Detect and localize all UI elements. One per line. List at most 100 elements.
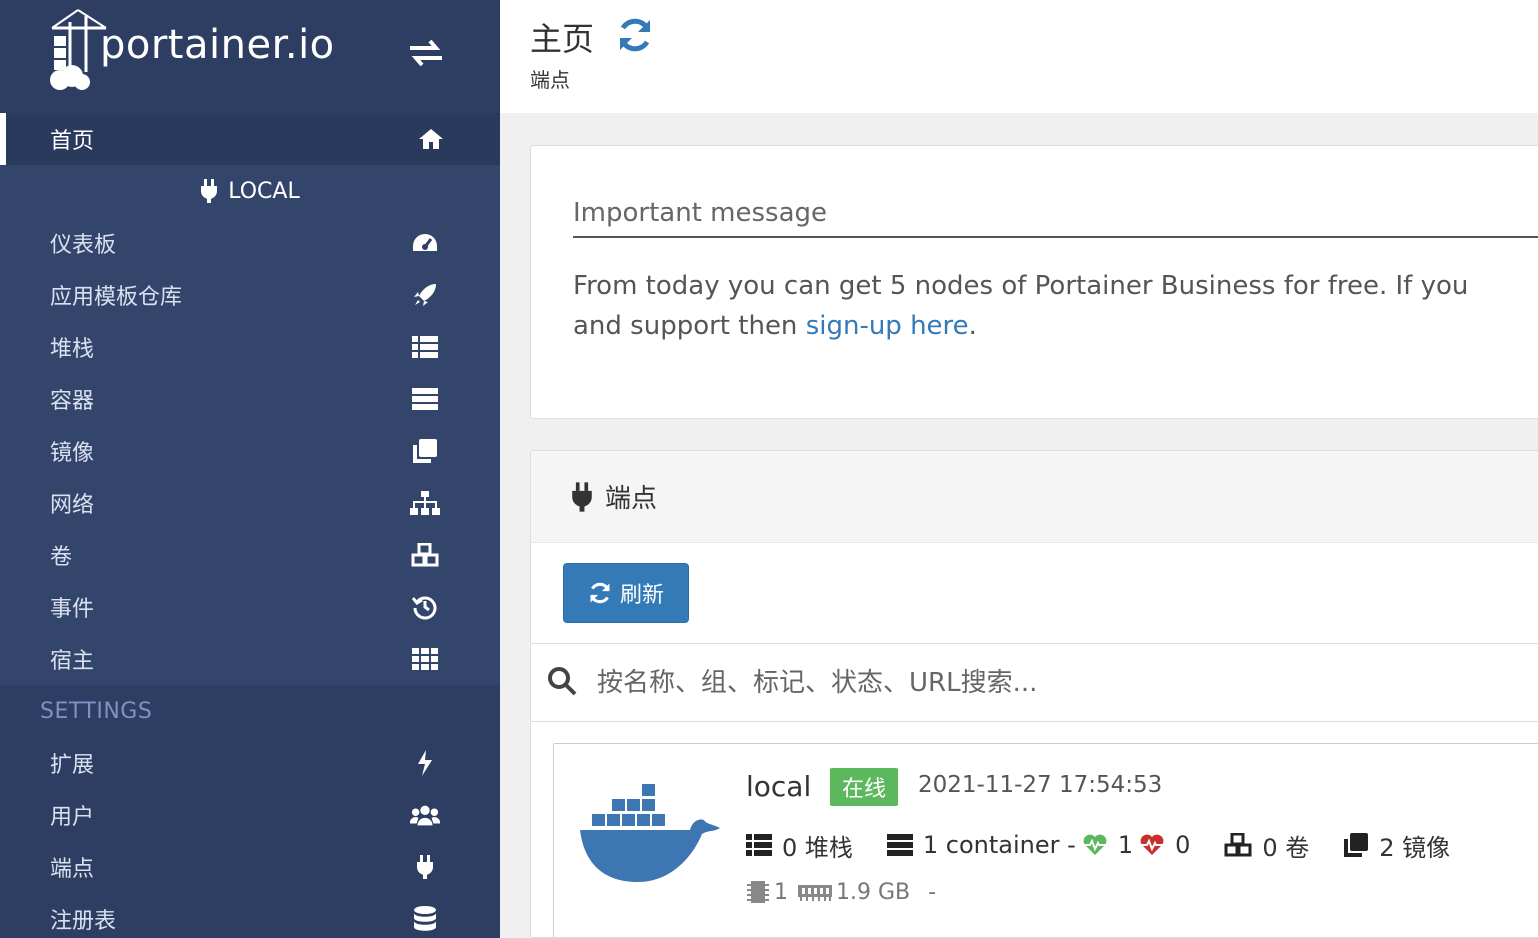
tachometer-icon	[410, 229, 440, 257]
sidebar-item-home[interactable]: 首页	[0, 113, 500, 165]
sidebar-item-endpoints[interactable]: 端点	[0, 841, 500, 893]
cubes-icon	[1224, 833, 1252, 857]
volumes-stat: 0 卷	[1224, 828, 1309, 863]
sidebar-item-label: 事件	[50, 597, 95, 622]
status-badge: 在线	[830, 768, 899, 806]
images-count: 2 镜像	[1379, 833, 1451, 862]
clone-icon	[410, 437, 440, 465]
sidebar-item-label: 扩展	[50, 753, 95, 778]
plug-icon	[572, 481, 592, 512]
memory-size: 1.9 GB	[836, 879, 911, 905]
th-icon	[410, 645, 440, 673]
sidebar-item-users[interactable]: 用户	[0, 789, 500, 841]
environment-name: LOCAL	[228, 178, 300, 204]
search-icon	[548, 667, 577, 696]
microchip-icon	[747, 881, 769, 903]
sitemap-icon	[410, 489, 440, 517]
sidebar-item-label: 卷	[50, 545, 73, 570]
containers-count: 1 container -	[922, 831, 1076, 859]
bolt-icon	[410, 749, 440, 777]
server-icon	[886, 834, 913, 856]
environment-title: LOCAL	[0, 165, 500, 217]
separator-text: -	[928, 879, 937, 905]
sidebar: portainer.io 首页 LOCAL 仪表板 应用模板仓库 堆栈 容器 镜…	[0, 0, 500, 938]
signup-link[interactable]: sign-up here	[806, 311, 969, 341]
page-title: 主页	[530, 20, 595, 58]
sidebar-item-extensions[interactable]: 扩展	[0, 737, 500, 789]
cubes-icon	[410, 541, 440, 569]
sidebar-item-dashboard[interactable]: 仪表板	[0, 217, 500, 269]
refresh-icon	[590, 582, 610, 604]
environment-block: LOCAL 仪表板 应用模板仓库 堆栈 容器 镜像 网络 卷 事件 宿主	[0, 165, 500, 685]
cpu-count: 1	[774, 879, 788, 905]
stacks-count: 0 堆栈	[782, 833, 853, 862]
docker-icon	[580, 784, 720, 882]
endpoint-stats: 0 堆栈 1 container - 1 0 0 卷 2 镜像	[746, 828, 1484, 862]
sidebar-item-label: 网络	[50, 493, 95, 518]
settings-section-title: SETTINGS	[0, 685, 500, 737]
sidebar-item-registries[interactable]: 注册表	[0, 893, 500, 938]
endpoints-panel: 端点 刷新 local 在线 2021-11-27 17:54:53	[530, 450, 1538, 938]
breadcrumb: 端点	[530, 68, 570, 92]
page-header: 主页 端点	[500, 0, 1538, 113]
containers-stat: 1 container -	[886, 831, 1076, 859]
users-icon	[410, 801, 440, 829]
th-list-icon	[410, 333, 440, 361]
sidebar-item-events[interactable]: 事件	[0, 581, 500, 633]
sidebar-item-host[interactable]: 宿主	[0, 633, 500, 685]
sidebar-item-label: 宿主	[50, 649, 95, 674]
clone-icon	[1344, 833, 1369, 857]
plug-icon	[410, 853, 440, 881]
sidebar-item-containers[interactable]: 容器	[0, 373, 500, 425]
divider	[531, 721, 1538, 722]
sidebar-item-stacks[interactable]: 堆栈	[0, 321, 500, 373]
stacks-stat: 0 堆栈	[746, 828, 853, 863]
volumes-count: 0 卷	[1262, 833, 1310, 862]
history-icon	[410, 593, 440, 621]
sidebar-item-label: 注册表	[50, 909, 117, 934]
important-message-panel: Important message From today you can get…	[530, 145, 1538, 419]
healthy-stat: 1	[1082, 831, 1133, 859]
message-divider	[573, 236, 1538, 238]
unhealthy-count: 0	[1175, 831, 1191, 859]
plug-icon	[201, 179, 218, 203]
sidebar-item-label: 堆栈	[50, 337, 95, 362]
home-icon	[416, 125, 446, 153]
sidebar-item-label: 镜像	[50, 441, 95, 466]
server-icon	[410, 385, 440, 413]
images-stat: 2 镜像	[1343, 828, 1450, 863]
sidebar-item-networks[interactable]: 网络	[0, 477, 500, 529]
search-bar	[531, 644, 1538, 722]
message-line-2: and support then sign-up here.	[573, 306, 1538, 346]
sidebar-item-label: 仪表板	[50, 233, 117, 258]
sidebar-item-label: 用户	[50, 805, 95, 830]
memory-icon	[798, 885, 832, 901]
exchange-icon[interactable]	[406, 36, 446, 70]
heartbeat-unhealthy-icon	[1140, 834, 1164, 855]
sidebar-item-images[interactable]: 镜像	[0, 425, 500, 477]
th-list-icon	[746, 834, 772, 856]
message-text: and support then	[573, 311, 806, 341]
refresh-icon[interactable]	[616, 16, 654, 54]
unhealthy-stat: 0	[1139, 831, 1190, 859]
sidebar-item-label: 应用模板仓库	[50, 285, 183, 310]
search-input[interactable]	[597, 662, 1497, 704]
endpoint-item[interactable]: local 在线 2021-11-27 17:54:53 0 堆栈 1 cont…	[553, 743, 1538, 937]
endpoints-panel-header: 端点	[531, 451, 1538, 543]
endpoints-panel-title: 端点	[605, 484, 658, 514]
brand-name: portainer.io	[100, 22, 335, 68]
endpoint-name: local	[746, 770, 812, 803]
refresh-button[interactable]: 刷新	[563, 563, 689, 623]
message-body: From today you can get 5 nodes of Portai…	[573, 266, 1538, 346]
sidebar-item-volumes[interactable]: 卷	[0, 529, 500, 581]
sidebar-item-label: 首页	[50, 129, 95, 154]
sidebar-item-label: 端点	[50, 857, 95, 882]
heartbeat-healthy-icon	[1083, 834, 1107, 855]
rocket-icon	[410, 281, 440, 309]
refresh-button-label: 刷新	[619, 583, 664, 608]
sidebar-item-label: 容器	[50, 389, 95, 414]
message-line-1: From today you can get 5 nodes of Portai…	[573, 271, 1469, 301]
message-title: Important message	[573, 198, 828, 228]
endpoint-timestamp: 2021-11-27 17:54:53	[918, 772, 1163, 798]
sidebar-item-app-templates[interactable]: 应用模板仓库	[0, 269, 500, 321]
